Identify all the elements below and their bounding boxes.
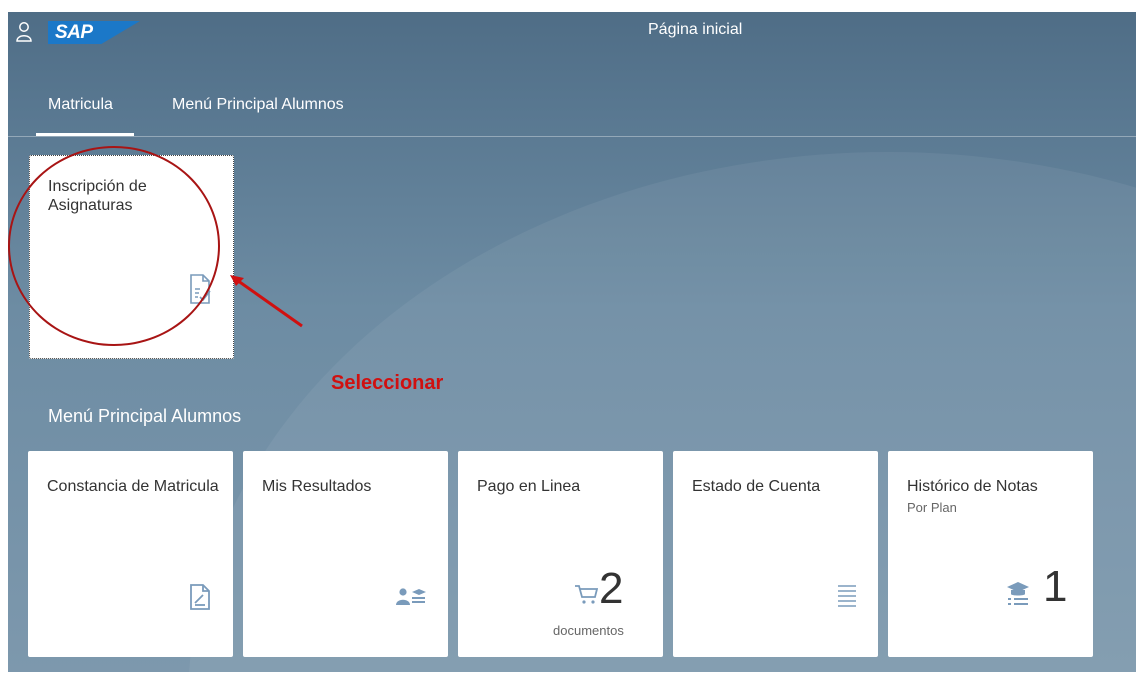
tile-constancia-matricula[interactable]: Constancia de Matricula <box>28 451 233 657</box>
tab-matricula[interactable]: Matricula <box>48 96 113 114</box>
document-edit-icon <box>190 584 210 610</box>
annotation-label: Seleccionar <box>331 372 444 394</box>
student-icon <box>396 588 426 605</box>
tile-title: Constancia de Matricula <box>47 478 219 495</box>
tile-subtitle: Por Plan <box>907 500 957 515</box>
tile-title: Estado de Cuenta <box>692 478 821 495</box>
user-icon[interactable] <box>16 21 32 43</box>
tile-historico-de-notas[interactable]: Histórico de Notas Por Plan 1 <box>888 451 1093 657</box>
tile-title: Mis Resultados <box>262 478 372 495</box>
tile-count: 2 <box>599 564 624 613</box>
education-icon <box>1007 582 1029 605</box>
tile-estado-de-cuenta[interactable]: Estado de Cuenta <box>673 451 878 657</box>
sap-logo[interactable]: SAP <box>48 21 140 44</box>
list-icon <box>838 585 856 607</box>
tabs-divider <box>8 136 1136 137</box>
sap-logo-text: SAP <box>55 22 93 43</box>
annotation-circle <box>8 146 220 346</box>
group-title-menu-principal: Menú Principal Alumnos <box>48 406 242 426</box>
tile-count: 1 <box>1043 562 1068 611</box>
tile-title: Histórico de Notas <box>907 478 1038 495</box>
shell-header: SAP Página inicial <box>8 12 1136 54</box>
tab-menu-principal-alumnos[interactable]: Menú Principal Alumnos <box>172 96 344 114</box>
tile-title: Pago en Linea <box>477 478 581 495</box>
tile-pago-en-linea[interactable]: Pago en Linea 2 documentos <box>458 451 663 657</box>
cart-icon <box>575 585 598 604</box>
group-tabs: Matricula Menú Principal Alumnos <box>8 92 1136 137</box>
tile-mis-resultados[interactable]: Mis Resultados <box>243 451 448 657</box>
annotation-arrow <box>230 275 303 328</box>
launchpad-shell: SAP Página inicial Matricula Menú Princi… <box>8 12 1136 672</box>
page-title: Página inicial <box>648 21 743 38</box>
tile-count-unit: documentos <box>553 623 624 638</box>
